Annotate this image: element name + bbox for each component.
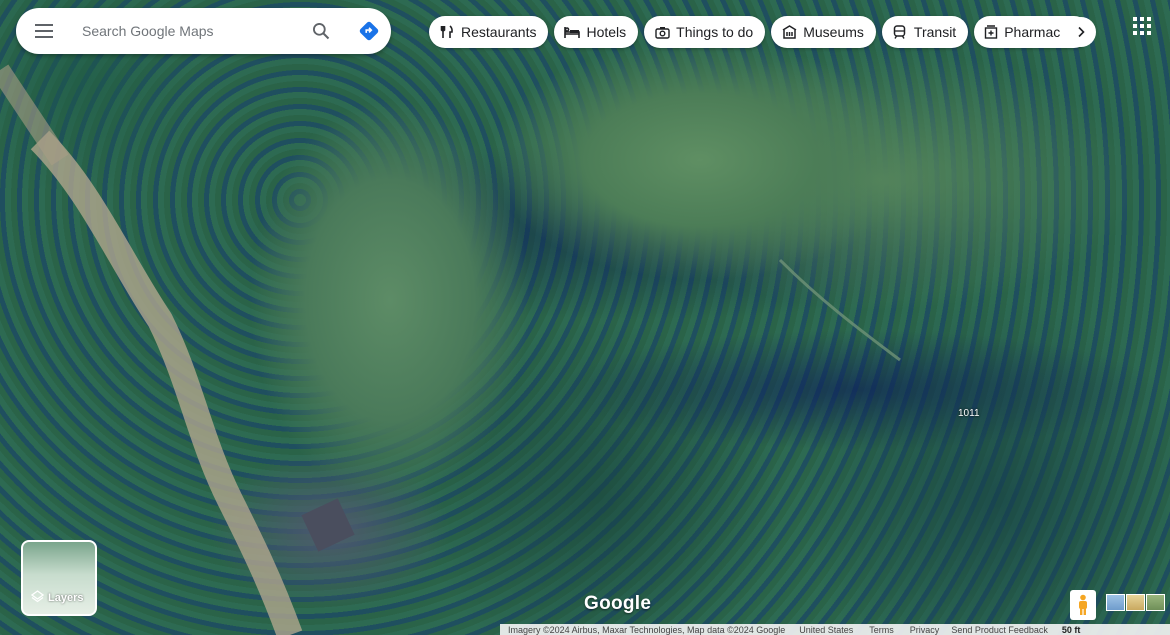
bed-icon xyxy=(564,24,581,40)
map-paths xyxy=(0,64,901,635)
hamburger-menu-icon[interactable] xyxy=(20,8,68,54)
dirt-road-shoulder xyxy=(0,64,69,166)
chip-restaurants[interactable]: Restaurants xyxy=(429,16,549,48)
road-number-label: 1011 xyxy=(958,408,980,419)
category-chips: Restaurants Hotels Things to do Museums … xyxy=(429,16,1091,48)
thumb-satellite[interactable] xyxy=(1146,594,1165,611)
layers-label: Layers xyxy=(48,592,84,604)
fork-knife-icon xyxy=(439,24,455,40)
google-logo: Google xyxy=(584,593,652,614)
imagery-thumbnails xyxy=(1106,594,1165,611)
apps-grid-icon[interactable] xyxy=(1133,17,1151,35)
search-icon[interactable] xyxy=(301,11,341,51)
country-link[interactable]: United States xyxy=(799,625,853,635)
attribution-bar: Imagery ©2024 Airbus, Maxar Technologies… xyxy=(500,624,1170,635)
chip-label: Pharmac xyxy=(1004,24,1061,40)
chip-label: Restaurants xyxy=(461,24,537,40)
chip-museums[interactable]: Museums xyxy=(771,16,876,48)
thumb-terrain[interactable] xyxy=(1126,594,1145,611)
layers-button[interactable]: Layers xyxy=(21,540,97,616)
thumb-globe[interactable] xyxy=(1106,594,1125,611)
chip-things-to-do[interactable]: Things to do xyxy=(644,16,766,48)
house-roof xyxy=(301,498,355,552)
privacy-link[interactable]: Privacy xyxy=(910,625,940,635)
chip-label: Hotels xyxy=(586,24,627,40)
layers-label-group: Layers xyxy=(30,590,84,606)
chip-transit[interactable]: Transit xyxy=(881,16,969,48)
search-box xyxy=(16,8,391,54)
chevron-right-icon[interactable] xyxy=(1066,17,1096,47)
layers-icon xyxy=(30,590,45,606)
search-input[interactable] xyxy=(80,22,289,40)
imagery-credit: Imagery ©2024 Airbus, Maxar Technologies… xyxy=(508,624,786,635)
chip-label: Things to do xyxy=(676,24,754,40)
directions-icon[interactable] xyxy=(349,11,389,51)
scale-label[interactable]: 50 ft xyxy=(1062,625,1081,635)
pharmacy-icon xyxy=(984,24,998,40)
feedback-link[interactable]: Send Product Feedback xyxy=(951,625,1048,635)
chip-label: Museums xyxy=(803,24,864,40)
terms-link[interactable]: Terms xyxy=(869,625,894,635)
museum-icon xyxy=(781,24,797,40)
chip-hotels[interactable]: Hotels xyxy=(554,16,639,48)
pegman-icon[interactable] xyxy=(1070,590,1096,620)
train-icon xyxy=(892,24,908,40)
field-track xyxy=(778,258,901,362)
chip-label: Transit xyxy=(913,24,957,40)
camera-icon xyxy=(654,24,670,40)
